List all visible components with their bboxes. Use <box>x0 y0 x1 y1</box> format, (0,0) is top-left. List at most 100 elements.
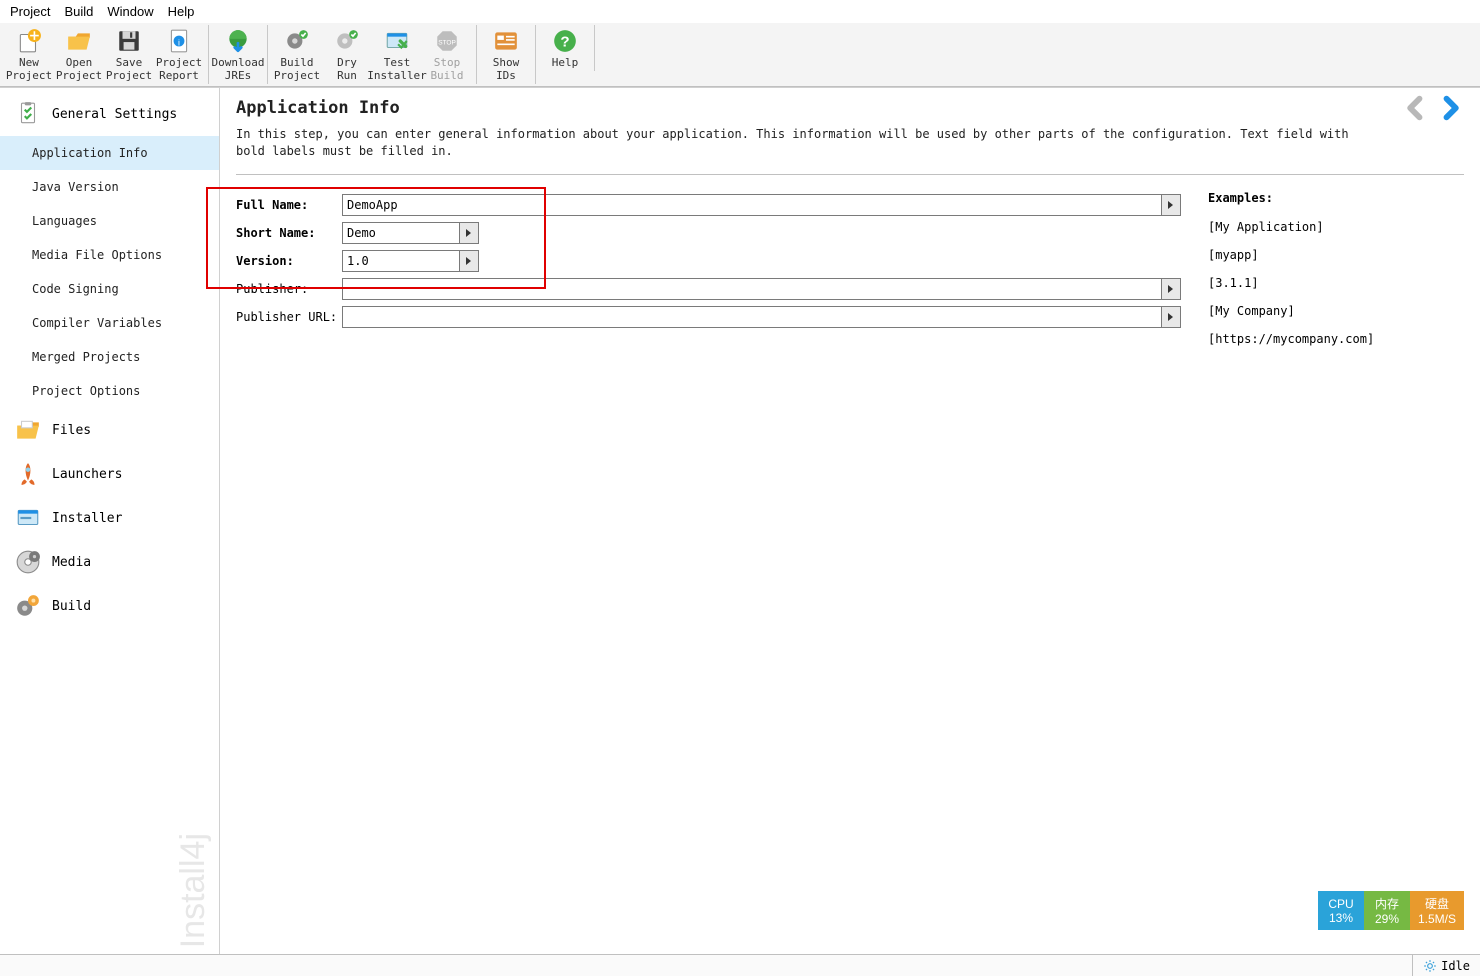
sidebar-item-project-options[interactable]: Project Options <box>0 374 219 408</box>
sidebar-item-java-version[interactable]: Java Version <box>0 170 219 204</box>
new-project-icon <box>16 28 42 54</box>
show-ids-icon <box>493 28 519 54</box>
download-jres-icon <box>225 28 251 54</box>
general-settings-icon <box>14 100 42 128</box>
media-icon <box>14 548 42 576</box>
chevron-right-icon <box>465 256 473 266</box>
examples-column: Examples: [My Application][myapp][3.1.1]… <box>1196 191 1396 353</box>
save-project-icon <box>116 28 142 54</box>
build-icon <box>14 592 42 620</box>
perf-cpu: CPU 13% <box>1318 891 1364 930</box>
download-jres-button[interactable]: Download JREs <box>213 25 263 84</box>
sidebar: General Settings Application InfoJava Ver… <box>0 88 220 954</box>
sidebar-section-label: Media <box>52 555 91 570</box>
dry-run-icon <box>334 28 360 54</box>
sidebar-item-merged-projects[interactable]: Merged Projects <box>0 340 219 374</box>
perf-mem: 内存 29% <box>1364 891 1410 930</box>
field-label: Publisher: <box>236 282 342 296</box>
build-project-button[interactable]: Build Project <box>272 25 322 84</box>
open-project-button[interactable]: Open Project <box>54 25 104 84</box>
example-text: [My Company] <box>1208 297 1396 325</box>
field-menu-button[interactable] <box>1161 278 1181 300</box>
perf-disk: 硬盘 1.5M/S <box>1410 891 1464 930</box>
field-menu-button[interactable] <box>1161 306 1181 328</box>
files-icon <box>14 416 42 444</box>
sidebar-section-files[interactable]: Files <box>0 408 219 452</box>
page-title: Application Info <box>236 98 1356 118</box>
form-row: Publisher URL: <box>236 303 1196 331</box>
field-label: Publisher URL: <box>236 310 342 324</box>
menu-project[interactable]: Project <box>4 2 56 21</box>
toolbar-label: Show IDs <box>493 56 520 82</box>
help-icon: ? <box>552 28 578 54</box>
examples-title: Examples: <box>1208 191 1396 213</box>
sidebar-section-label: Launchers <box>52 467 122 482</box>
field-label: Short Name: <box>236 226 342 240</box>
svg-text:i: i <box>178 37 180 47</box>
perf-widget: CPU 13% 内存 29% 硬盘 1.5M/S <box>1318 891 1464 930</box>
field-menu-button[interactable] <box>1161 194 1181 216</box>
field-input-publisher[interactable] <box>342 278 1162 300</box>
toolbar: New ProjectOpen ProjectSave ProjectiProj… <box>0 23 1480 87</box>
form-row: Version: <box>236 247 1196 275</box>
sidebar-section-installer[interactable]: Installer <box>0 496 219 540</box>
toolbar-label: Build Project <box>274 56 320 82</box>
new-project-button[interactable]: New Project <box>4 25 54 84</box>
sidebar-section-label: Installer <box>52 511 122 526</box>
menu-help[interactable]: Help <box>162 2 201 21</box>
installer-icon <box>14 504 42 532</box>
stop-build-button: STOP Stop Build <box>422 25 472 84</box>
watermark: Install4j <box>174 833 213 948</box>
statusbar: Idle <box>0 954 1480 976</box>
form-row: Full Name: <box>236 191 1196 219</box>
test-installer-icon <box>384 28 410 54</box>
toolbar-label: Download JREs <box>212 56 265 82</box>
sidebar-item-languages[interactable]: Languages <box>0 204 219 238</box>
show-ids-button[interactable]: Show IDs <box>481 25 531 84</box>
field-input-short-name[interactable] <box>342 222 460 244</box>
field-input-full-name[interactable] <box>342 194 1162 216</box>
field-input-version[interactable] <box>342 250 460 272</box>
menu-window[interactable]: Window <box>101 2 159 21</box>
chevron-right-icon <box>465 228 473 238</box>
toolbar-label: Test Installer <box>367 56 427 82</box>
nav-next-button[interactable] <box>1436 94 1464 122</box>
example-text: [My Application] <box>1208 213 1396 241</box>
toolbar-label: Open Project <box>56 56 102 82</box>
content-panel: Application Info In this step, you can e… <box>220 88 1480 954</box>
test-installer-button[interactable]: Test Installer <box>372 25 422 84</box>
toolbar-label: Stop Build <box>430 56 463 82</box>
example-text: [https://mycompany.com] <box>1208 325 1396 353</box>
chevron-right-icon <box>1167 200 1175 210</box>
sidebar-item-application-info[interactable]: Application Info <box>0 136 219 170</box>
svg-text:STOP: STOP <box>438 39 456 46</box>
sidebar-section-general-settings[interactable]: General Settings <box>0 92 219 136</box>
menu-build[interactable]: Build <box>58 2 99 21</box>
svg-text:?: ? <box>560 33 569 50</box>
toolbar-label: Dry Run <box>337 56 357 82</box>
toolbar-label: New Project <box>6 56 52 82</box>
sidebar-section-media[interactable]: Media <box>0 540 219 584</box>
sidebar-item-media-file-options[interactable]: Media File Options <box>0 238 219 272</box>
field-input-publisher-url[interactable] <box>342 306 1162 328</box>
status-idle: Idle <box>1412 955 1480 976</box>
sidebar-section-launchers[interactable]: Launchers <box>0 452 219 496</box>
field-label: Version: <box>236 254 342 268</box>
dry-run-button[interactable]: Dry Run <box>322 25 372 84</box>
toolbar-label: Help <box>552 56 579 69</box>
form-fields: Full Name: Short Name: Version: Publisher: P… <box>236 191 1196 353</box>
menubar: Project Build Window Help <box>0 0 1480 23</box>
field-menu-button[interactable] <box>459 222 479 244</box>
sidebar-item-compiler-variables[interactable]: Compiler Variables <box>0 306 219 340</box>
field-menu-button[interactable] <box>459 250 479 272</box>
chevron-right-icon <box>1167 284 1175 294</box>
save-project-button[interactable]: Save Project <box>104 25 154 84</box>
build-project-icon <box>284 28 310 54</box>
help-button[interactable]: ? Help <box>540 25 590 71</box>
sidebar-item-code-signing[interactable]: Code Signing <box>0 272 219 306</box>
sidebar-section-label: General Settings <box>52 107 177 122</box>
sidebar-section-build[interactable]: Build <box>0 584 219 628</box>
project-report-button[interactable]: iProject Report <box>154 25 204 84</box>
open-project-icon <box>66 28 92 54</box>
nav-prev-button[interactable] <box>1402 94 1430 122</box>
